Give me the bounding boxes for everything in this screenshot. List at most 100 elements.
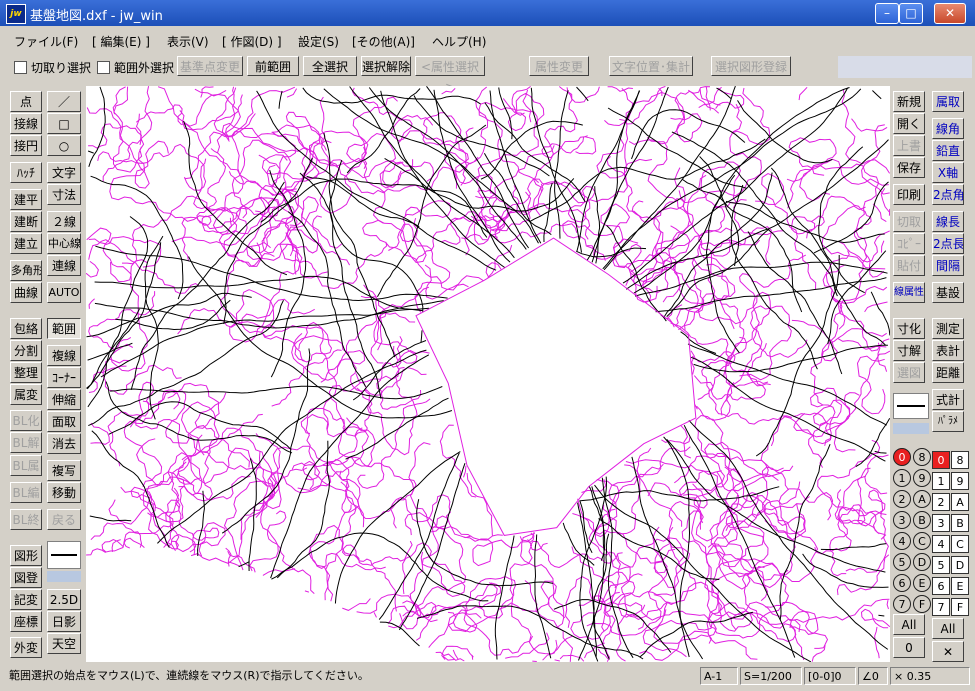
layer-group-3-button[interactable]: 3 <box>893 511 911 529</box>
two-point-angle-button[interactable]: 2点角 <box>932 184 964 205</box>
two-point-length-button[interactable]: 2点長 <box>932 233 964 254</box>
tool-envelope[interactable]: 包絡 <box>10 318 42 339</box>
pen-preview[interactable] <box>893 393 929 419</box>
tool-sun-shadow[interactable]: 日影 <box>47 611 81 632</box>
dimension-explode-button[interactable]: 寸解 <box>893 340 925 361</box>
layer-group-9-button[interactable]: 9 <box>913 469 931 487</box>
layer-1-button[interactable]: 1 <box>932 472 950 490</box>
tool-line[interactable]: ／ <box>47 91 81 112</box>
tool-2-5d[interactable]: 2.5D <box>47 589 81 610</box>
menu-settings[interactable]: 設定(S) <box>298 33 339 50</box>
layer-2-button[interactable]: 2 <box>932 493 950 511</box>
text-position-count-button[interactable]: 文字位置･集計 <box>609 56 693 76</box>
layer-field[interactable]: [0-0]0 <box>804 667 856 685</box>
tool-rectangle[interactable]: □ <box>47 113 81 134</box>
layer-group-1-button[interactable]: 1 <box>893 469 911 487</box>
tool-center-line[interactable]: 中心線 <box>47 233 81 254</box>
layer-group-F-button[interactable]: F <box>913 595 931 613</box>
line-length-button[interactable]: 線長 <box>932 211 964 232</box>
drawing-canvas[interactable] <box>86 86 890 662</box>
layer-group-4-button[interactable]: 4 <box>893 532 911 550</box>
layer-8-button[interactable]: 8 <box>951 451 969 469</box>
tool-point[interactable]: 点 <box>10 91 42 112</box>
tool-tangent-line[interactable]: 接線 <box>10 113 42 134</box>
tool-block-end[interactable]: BL終 <box>10 509 42 530</box>
base-settings-button[interactable]: 基設 <box>932 282 964 303</box>
tool-symbol-change[interactable]: 記変 <box>10 589 42 610</box>
maximize-button[interactable]: □ <box>899 3 923 24</box>
tool-continuous-line[interactable]: 連線 <box>47 255 81 276</box>
tool-hatch[interactable]: ﾊｯﾁ <box>10 162 42 183</box>
tool-building-plan[interactable]: 建平 <box>10 189 42 210</box>
scale-field[interactable]: S=1/200 <box>740 667 802 685</box>
tool-double-line[interactable]: ２線 <box>47 211 81 232</box>
layer-group-B-button[interactable]: B <box>913 511 931 529</box>
layer-group-8-button[interactable]: 8 <box>913 448 931 466</box>
deselect-button[interactable]: 選択解除 <box>361 56 411 76</box>
close-button[interactable]: ✕ <box>934 3 966 24</box>
base-point-change-button[interactable]: 基準点変更 <box>177 56 243 76</box>
tool-attribute-change[interactable]: 属変 <box>10 384 42 405</box>
spacing-button[interactable]: 間隔 <box>932 255 964 276</box>
line-type-preview[interactable] <box>47 541 81 569</box>
tool-chamfer[interactable]: 面取 <box>47 411 81 432</box>
tool-dimension[interactable]: 寸法 <box>47 184 81 205</box>
layer-group-2-button[interactable]: 2 <box>893 490 911 508</box>
distance-button[interactable]: 距離 <box>932 362 964 383</box>
layer-close-button[interactable]: ✕ <box>932 641 964 662</box>
tool-polygon[interactable]: 多角形 <box>10 260 42 281</box>
layer-group-zero-button[interactable]: 0 <box>893 637 925 658</box>
tool-block-create[interactable]: BL化 <box>10 410 42 431</box>
tool-corner[interactable]: ｺｰﾅｰ <box>47 367 81 388</box>
attribute-pick-button[interactable]: 属取 <box>932 91 964 112</box>
register-selection-button[interactable]: 選択図形登録 <box>711 56 791 76</box>
tool-coordinates[interactable]: 座標 <box>10 611 42 632</box>
layer-E-button[interactable]: E <box>951 577 969 595</box>
layer-group-D-button[interactable]: D <box>913 553 931 571</box>
layer-group-7-button[interactable]: 7 <box>893 595 911 613</box>
tool-figure[interactable]: 図形 <box>10 545 42 566</box>
tool-sky-factor[interactable]: 天空 <box>47 633 81 654</box>
minimize-button[interactable]: – <box>875 3 899 24</box>
layer-group-0-button[interactable]: 0 <box>893 448 911 466</box>
layer-7-button[interactable]: 7 <box>932 598 950 616</box>
tool-arrange[interactable]: 整理 <box>10 362 42 383</box>
layer-B-button[interactable]: B <box>951 514 969 532</box>
dimension-group-button[interactable]: 寸化 <box>893 318 925 339</box>
attribute-select-button[interactable]: <属性選択> <box>415 56 485 94</box>
tool-figure-register[interactable]: 図登 <box>10 567 42 588</box>
formula-calc-button[interactable]: 式計 <box>932 389 964 410</box>
layer-group-6-button[interactable]: 6 <box>893 574 911 592</box>
table-calc-button[interactable]: 表計 <box>932 340 964 361</box>
paper-size-field[interactable]: A-1 <box>700 667 738 685</box>
edit-paste-button[interactable]: 貼付 <box>893 255 925 276</box>
tool-block-edit[interactable]: BL編 <box>10 482 42 503</box>
tool-block-attribute[interactable]: BL属 <box>10 455 42 476</box>
layer-5-button[interactable]: 5 <box>932 556 950 574</box>
layer-6-button[interactable]: 6 <box>932 577 950 595</box>
attribute-change-button[interactable]: 属性変更 <box>529 56 589 76</box>
file-print-button[interactable]: 印刷 <box>893 184 925 205</box>
tool-curve[interactable]: 曲線 <box>10 282 42 303</box>
layer-F-button[interactable]: F <box>951 598 969 616</box>
vertical-button[interactable]: 鉛直 <box>932 140 964 161</box>
layer-C-button[interactable]: C <box>951 535 969 553</box>
tool-circle[interactable]: ○ <box>47 135 81 156</box>
menu-other[interactable]: [その他(A)] <box>352 33 415 50</box>
tool-move[interactable]: 移動 <box>47 482 81 503</box>
tool-extend[interactable]: 伸縮 <box>47 389 81 410</box>
parameter-button[interactable]: ﾊﾟﾗﾒ <box>932 411 964 432</box>
layer-3-button[interactable]: 3 <box>932 514 950 532</box>
menu-file[interactable]: ファイル(F) <box>14 33 78 50</box>
tool-tangent-circle[interactable]: 接円 <box>10 135 42 156</box>
file-save-button[interactable]: 保存 <box>893 157 925 178</box>
layer-D-button[interactable]: D <box>951 556 969 574</box>
tool-building-elevation[interactable]: 建立 <box>10 233 42 254</box>
menu-draw[interactable]: [ 作図(D) ] <box>222 33 282 50</box>
tool-offset-copy[interactable]: 複線 <box>47 345 81 366</box>
previous-range-button[interactable]: 前範囲 <box>247 56 299 76</box>
tool-text[interactable]: 文字 <box>47 162 81 183</box>
file-new-button[interactable]: 新規 <box>893 91 925 112</box>
edit-copy-button[interactable]: ｺﾋﾟｰ <box>893 233 925 254</box>
jw-app-icon[interactable]: jw <box>6 4 26 24</box>
